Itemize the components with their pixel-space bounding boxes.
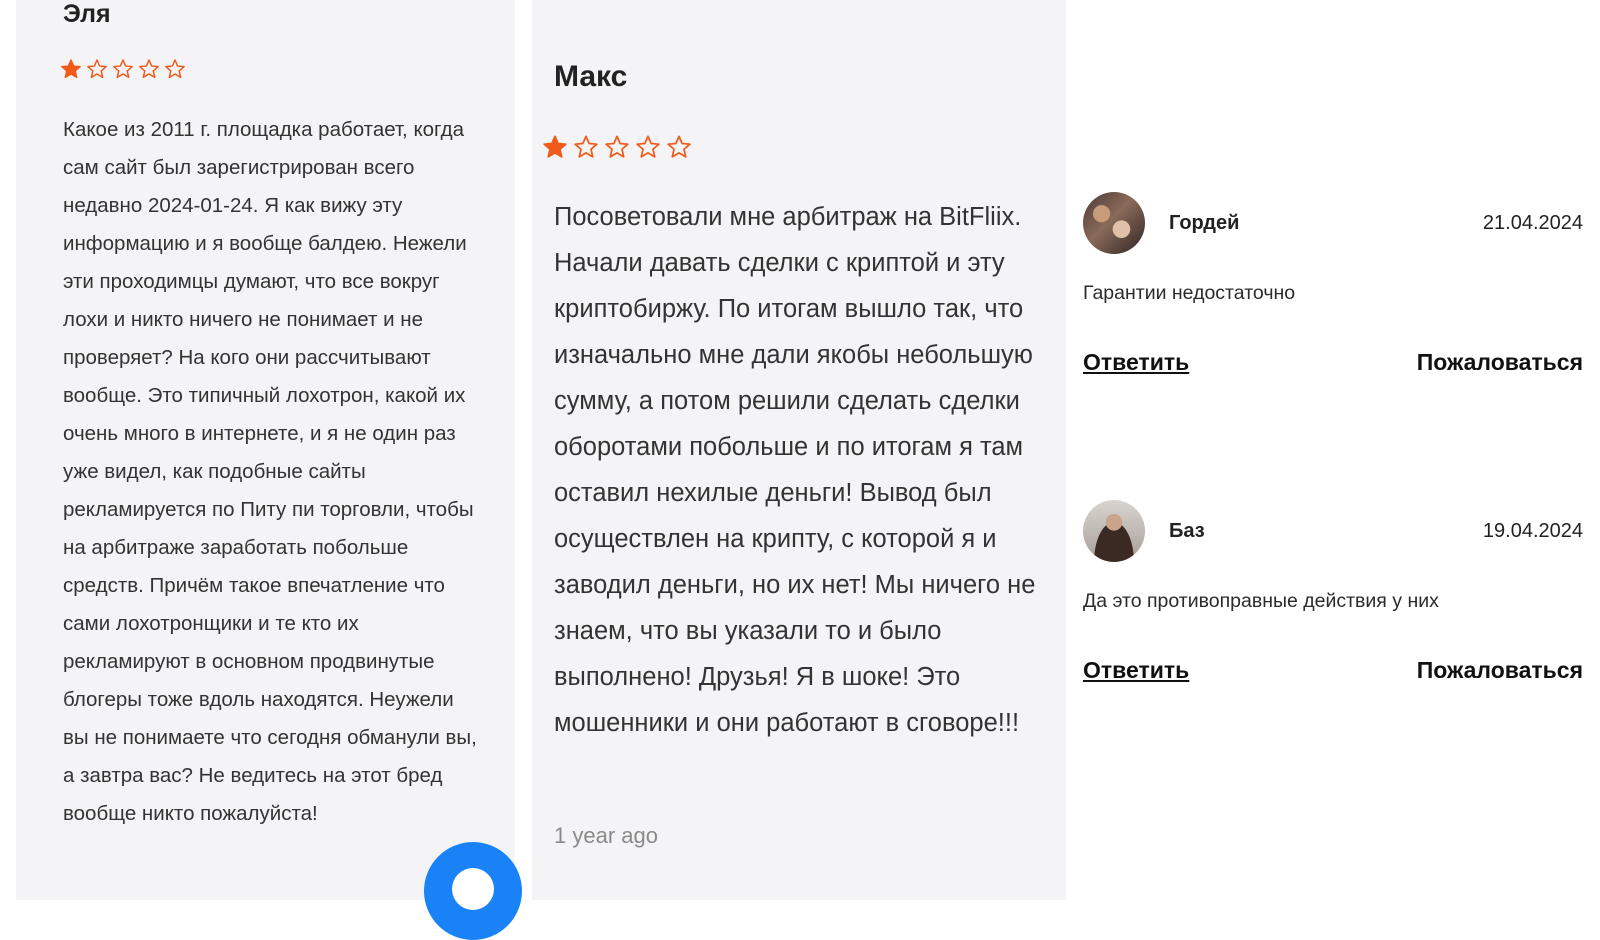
star-outline-icon: [138, 58, 160, 80]
reply-link[interactable]: Ответить: [1083, 349, 1189, 376]
chat-bubble-icon: [452, 868, 494, 910]
star-outline-icon: [635, 134, 661, 160]
avatar: [1083, 192, 1145, 254]
reply-link[interactable]: Ответить: [1083, 657, 1189, 684]
comment-text: Да это противоправные действия у них: [1083, 590, 1439, 612]
report-link[interactable]: Пожаловаться: [1417, 349, 1583, 376]
avatar: [1083, 500, 1145, 562]
comment-author: Баз: [1169, 520, 1205, 542]
review-card: Макс Посоветовали мне арбитраж на BitFli…: [532, 0, 1066, 900]
star-outline-icon: [573, 134, 599, 160]
comment-text: Гарантии недостаточно: [1083, 282, 1296, 304]
star-outline-icon: [112, 58, 134, 80]
comment-author: Гордей: [1169, 212, 1240, 234]
review-timestamp: 1 year ago: [554, 823, 658, 848]
review-text: Посоветовали мне арбитраж на BitFliix. Н…: [554, 203, 1036, 737]
star-filled-icon: [542, 134, 568, 160]
star-filled-icon: [60, 58, 82, 80]
comment-item: Баз 19.04.2024 Да это противоправные дей…: [1083, 500, 1583, 690]
star-outline-icon: [86, 58, 108, 80]
review-card: Эля Какое из 2011 г. площадка работает, …: [16, 0, 522, 940]
star-rating: [542, 134, 697, 160]
report-link[interactable]: Пожаловаться: [1417, 657, 1583, 684]
review-author: Эля: [63, 0, 111, 28]
chat-button[interactable]: [424, 842, 522, 940]
star-rating: [60, 58, 190, 80]
comment-date: 21.04.2024: [1482, 212, 1583, 234]
star-outline-icon: [164, 58, 186, 80]
comment-item: Гордей 21.04.2024 Гарантии недостаточно …: [1083, 192, 1583, 382]
review-text: Какое из 2011 г. площадка работает, когд…: [63, 118, 477, 825]
comment-date: 19.04.2024: [1482, 520, 1583, 542]
review-author: Макс: [554, 60, 628, 93]
star-outline-icon: [666, 134, 692, 160]
star-outline-icon: [604, 134, 630, 160]
